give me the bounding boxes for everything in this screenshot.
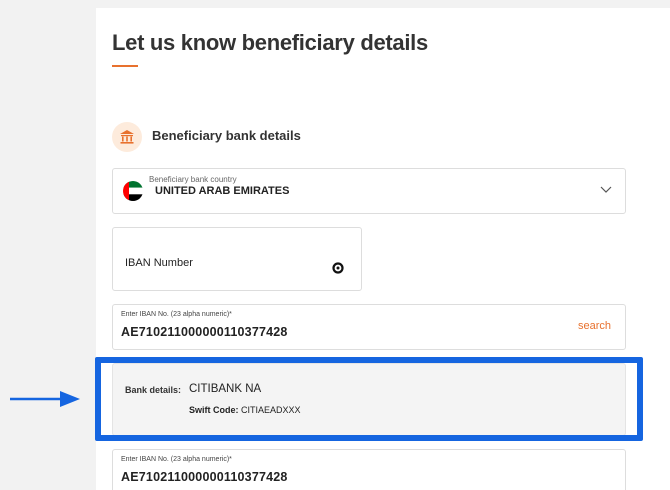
iban-number-option[interactable]: IBAN Number — [112, 227, 362, 291]
swift-code-label: Swift Code: — [189, 405, 239, 415]
iban-input-value[interactable]: AE710211000000110377428 — [121, 325, 288, 339]
iban-input-label-2: Enter IBAN No. (23 alpha numeric)* — [121, 456, 232, 463]
search-link[interactable]: search — [578, 320, 611, 332]
country-value: UNITED ARAB EMIRATES — [155, 185, 290, 197]
bank-name: CITIBANK NA — [189, 383, 262, 395]
iban-radio-button[interactable] — [332, 261, 344, 274]
section-title: Beneficiary bank details — [152, 128, 301, 143]
bank-details-label: Bank details: — [125, 385, 182, 395]
iban-input-label: Enter IBAN No. (23 alpha numeric)* — [121, 311, 232, 318]
iban-input-field[interactable]: Enter IBAN No. (23 alpha numeric)* AE710… — [112, 304, 626, 350]
iban-input-value-2[interactable]: AE710211000000110377428 — [121, 470, 288, 484]
country-select[interactable]: Beneficiary bank country UNITED ARAB EMI… — [112, 168, 626, 214]
uae-flag-icon — [123, 181, 143, 201]
country-field-label: Beneficiary bank country — [149, 175, 237, 184]
beneficiary-details-card: Let us know beneficiary details Benefici… — [96, 8, 670, 490]
bank-details-panel: Bank details: CITIBANK NA Swift Code: CI… — [112, 363, 626, 436]
swift-code-value: CITIAEADXXX — [241, 405, 301, 415]
bank-icon — [112, 122, 142, 152]
swift-code-row: Swift Code: CITIAEADXXX — [189, 405, 301, 415]
iban-input-field-2[interactable]: Enter IBAN No. (23 alpha numeric)* AE710… — [112, 449, 626, 490]
title-underline — [112, 65, 138, 67]
iban-option-label: IBAN Number — [125, 257, 193, 269]
arrow-right-icon — [10, 389, 82, 414]
chevron-down-icon[interactable] — [599, 183, 613, 202]
page-title: Let us know beneficiary details — [112, 30, 428, 55]
